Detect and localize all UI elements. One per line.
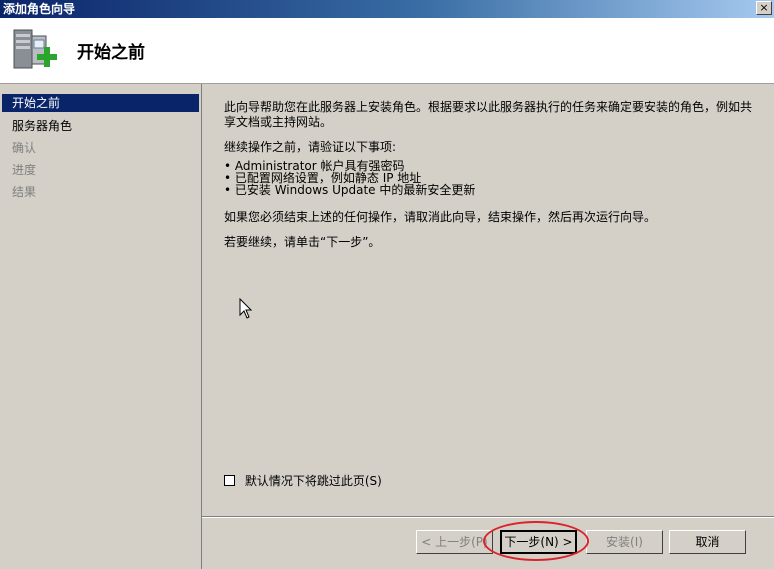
step-server-roles[interactable]: 服务器角色 <box>2 117 199 135</box>
install-button[interactable]: 安装(I) <box>586 530 663 554</box>
step-confirmation: 确认 <box>12 141 37 155</box>
cancel-note: 如果您必须结束上述的任何操作，请取消此向导，结束操作，然后再次运行向导。 <box>224 210 657 224</box>
step-progress: 进度 <box>12 163 37 177</box>
checklist-item: • 已安装 Windows Update 中的最新安全更新 <box>224 183 476 197</box>
wizard-header: 开始之前 <box>0 18 774 84</box>
skip-page-checkbox[interactable] <box>224 475 235 486</box>
cancel-button[interactable]: 取消 <box>669 530 746 554</box>
verify-heading: 继续操作之前，请验证以下事项: <box>224 140 397 154</box>
intro-line-2: 享文档或主持网站。 <box>224 115 333 129</box>
step-before-you-begin[interactable]: 开始之前 <box>2 94 199 112</box>
close-button[interactable]: × <box>756 1 772 15</box>
server-add-icon <box>13 29 57 69</box>
intro-text: 此向导帮助您在此服务器上安装角色。根据要求以此服务器执行的任务来确定要安装的角色… <box>224 100 752 130</box>
checklist: • Administrator 帐户具有强密码 • 已配置网络设置，例如静态 I… <box>224 160 475 196</box>
next-button[interactable]: 下一步(N) > <box>500 530 577 554</box>
intro-line-1: 此向导帮助您在此服务器上安装角色。根据要求以此服务器执行的任务来确定要安装的角色… <box>224 100 753 114</box>
window-titlebar: 添加角色向导 × <box>0 0 774 18</box>
continue-note: 若要继续，请单击“下一步”。 <box>224 235 381 249</box>
page-title: 开始之前 <box>77 43 145 63</box>
button-divider <box>202 516 774 518</box>
step-results: 结果 <box>12 185 37 199</box>
skip-page-label[interactable]: 默认情况下将跳过此页(S) <box>245 472 382 489</box>
mouse-cursor-icon <box>239 298 253 319</box>
window-title: 添加角色向导 <box>3 2 76 16</box>
skip-page-option[interactable]: 默认情况下将跳过此页(S) <box>224 472 382 488</box>
wizard-content: 此向导帮助您在此服务器上安装角色。根据要求以此服务器执行的任务来确定要安装的角色… <box>202 84 774 569</box>
back-button[interactable]: < 上一步(P) <box>416 530 493 554</box>
wizard-step-list: 开始之前 服务器角色 确认 进度 结果 <box>0 84 202 569</box>
